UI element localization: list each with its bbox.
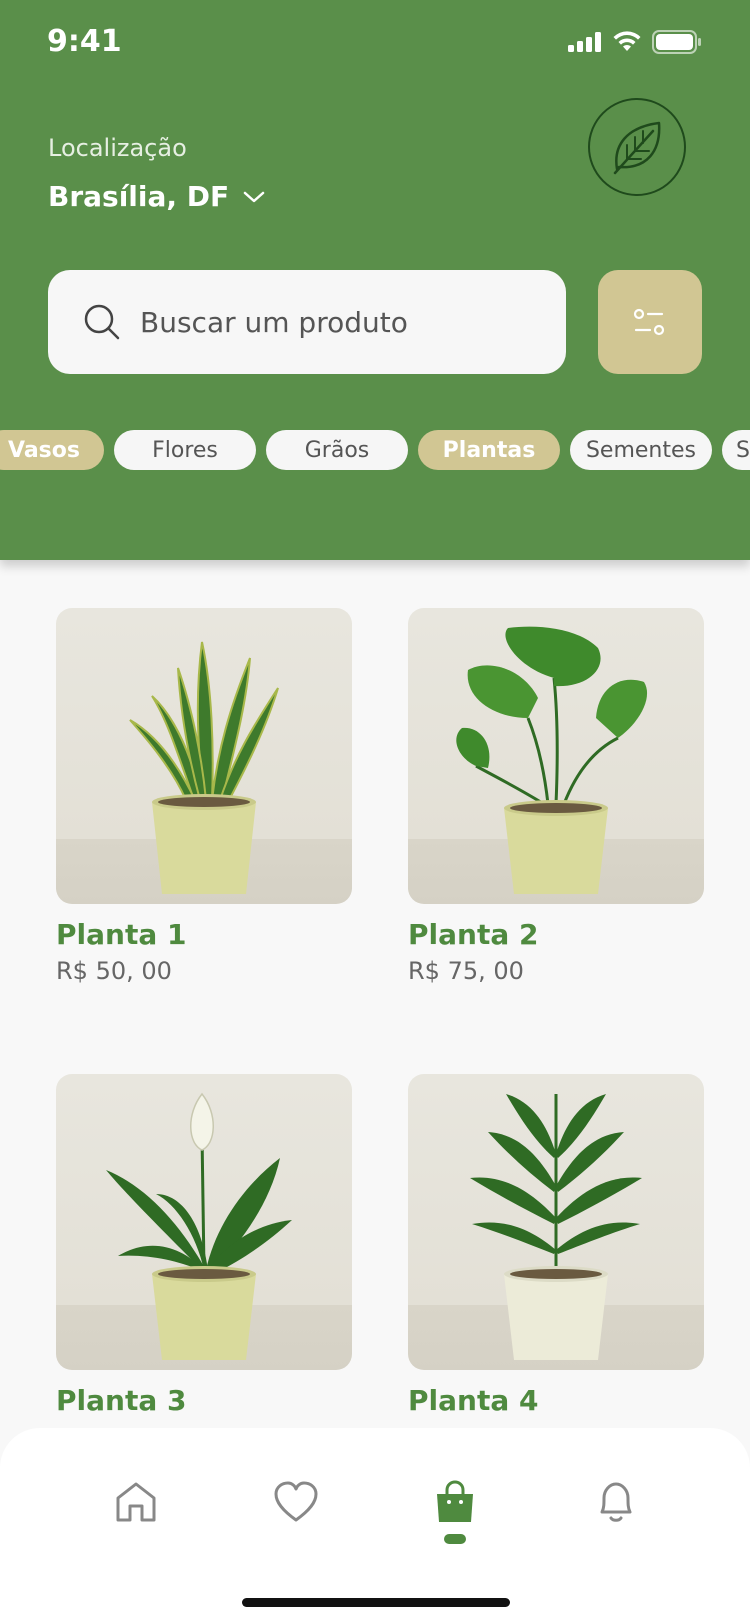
product-card[interactable]: Planta 1 R$ 50, 00 [56, 608, 352, 985]
category-chip-vasos[interactable]: Vasos [0, 430, 104, 470]
product-name: Planta 3 [56, 1384, 187, 1417]
status-icons [568, 30, 702, 54]
product-name: Planta 4 [408, 1384, 539, 1417]
leaf-logo [588, 98, 686, 196]
status-time: 9:41 [47, 24, 122, 59]
filter-icon [633, 308, 665, 336]
category-chip-sementes[interactable]: Sementes [570, 430, 712, 470]
location-selector[interactable]: Brasília, DF [48, 180, 265, 213]
bell-icon [600, 1482, 632, 1522]
product-name: Planta 1 [56, 918, 187, 951]
product-image [56, 608, 352, 904]
product-image [56, 1074, 352, 1370]
nav-notifications[interactable] [592, 1478, 640, 1526]
product-price: R$ 75, 00 [408, 957, 524, 985]
home-icon [116, 1482, 156, 1522]
location-label: Localização [48, 134, 187, 162]
category-chips: Vasos Flores Grãos Plantas Sementes S [0, 430, 750, 470]
category-chip-plantas[interactable]: Plantas [418, 430, 560, 470]
home-indicator [242, 1598, 510, 1607]
category-chip-partial[interactable]: S [722, 430, 750, 470]
category-chip-flores[interactable]: Flores [114, 430, 256, 470]
wifi-icon [613, 31, 641, 51]
header: 9:41 Localização Brasília, DF Buscar um … [0, 0, 750, 560]
product-image [408, 1074, 704, 1370]
leaf-icon [613, 121, 661, 175]
product-card[interactable]: Planta 2 R$ 75, 00 [408, 608, 704, 985]
product-name: Planta 2 [408, 918, 539, 951]
shopping-bag-icon [437, 1480, 473, 1522]
filter-button[interactable] [598, 270, 702, 374]
location-value: Brasília, DF [48, 180, 230, 213]
nav-home[interactable] [112, 1478, 160, 1526]
signal-icon [568, 32, 601, 52]
search-input[interactable]: Buscar um produto [48, 270, 566, 374]
battery-icon [652, 30, 701, 54]
chevron-down-icon [243, 191, 265, 202]
active-tab-indicator [444, 1534, 466, 1544]
search-icon [84, 304, 120, 340]
nav-bag[interactable] [431, 1478, 479, 1526]
bottom-nav [0, 1428, 750, 1624]
search-placeholder: Buscar um produto [140, 305, 408, 339]
nav-favorites[interactable] [272, 1478, 320, 1526]
product-image [408, 608, 704, 904]
product-price: R$ 50, 00 [56, 957, 172, 985]
product-card[interactable]: Planta 4 [408, 1074, 704, 1417]
category-chip-graos[interactable]: Grãos [266, 430, 408, 470]
product-card[interactable]: Planta 3 [56, 1074, 352, 1417]
heart-icon [274, 1481, 318, 1522]
